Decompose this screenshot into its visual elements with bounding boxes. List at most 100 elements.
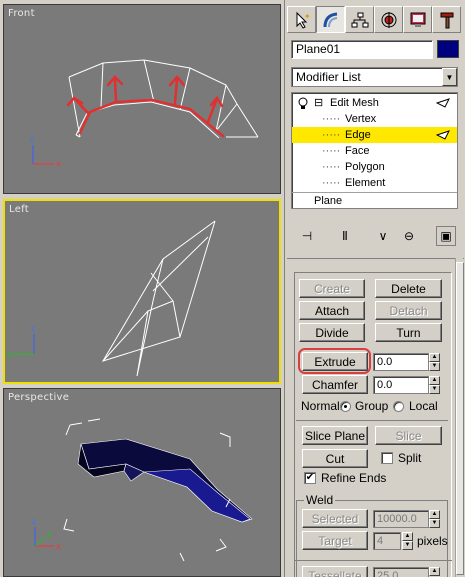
front-viewport[interactable]: Front z x: [3, 4, 281, 194]
svg-text:x: x: [56, 542, 61, 551]
svg-text:x: x: [56, 159, 61, 168]
perspective-viewport-canvas: z x y: [32, 418, 253, 562]
collapse-minus-icon[interactable]: ⊟: [314, 95, 323, 111]
object-name-field[interactable]: Plane01: [291, 40, 433, 59]
spinner-up-icon[interactable]: ▲: [402, 532, 413, 541]
spinner-up-icon[interactable]: ▲: [429, 376, 440, 385]
normal-label: Normal:: [301, 399, 344, 413]
perspective-axis-tripod: z x y: [32, 517, 61, 551]
spinner-up-icon[interactable]: ▲: [429, 510, 440, 519]
display-tab[interactable]: [403, 6, 432, 33]
spinner-down-icon[interactable]: ▼: [429, 519, 440, 528]
stack-subitem-face[interactable]: ····· Face: [292, 143, 457, 159]
weld-selected-button[interactable]: Selected: [302, 509, 368, 528]
configure-sets-icon[interactable]: ▣: [436, 226, 456, 246]
slice-plane-button[interactable]: Slice Plane: [302, 426, 368, 445]
scrollbar-thumb[interactable]: [456, 262, 464, 575]
stack-subitem-polygon[interactable]: ····· Polygon: [292, 159, 457, 175]
tessellate-button[interactable]: Tessellate: [302, 566, 368, 577]
weld-threshold-field[interactable]: 10000.0: [373, 510, 429, 528]
refine-ends-checkbox[interactable]: ✔: [304, 472, 316, 484]
split-checkbox[interactable]: [381, 452, 393, 464]
hierarchy-tab[interactable]: [345, 6, 374, 33]
stack-item-label: Edit Mesh: [330, 97, 379, 109]
normal-group-label: Group: [355, 399, 389, 413]
svg-text:z: z: [30, 135, 34, 144]
turn-button[interactable]: Turn: [375, 323, 442, 342]
pin-stack-icon[interactable]: ⊣: [297, 226, 317, 246]
perspective-mesh: [77, 438, 253, 523]
normal-local-radio[interactable]: [393, 401, 404, 412]
pixels-label: pixels: [417, 534, 448, 548]
lightbulb-icon[interactable]: [298, 97, 308, 109]
chamfer-button[interactable]: Chamfer: [302, 375, 368, 394]
extrude-button[interactable]: Extrude: [302, 352, 368, 371]
stack-item-plane[interactable]: Plane: [292, 193, 457, 208]
modifier-stack[interactable]: ⊟ Edit Mesh ····· Vertex ····· Edge ····…: [291, 92, 458, 209]
command-panel-scrollbar[interactable]: [455, 258, 464, 577]
extrude-amount-spinner[interactable]: 0.0 ▲ ▼: [373, 353, 441, 371]
motion-tab[interactable]: [374, 6, 403, 33]
tessellate-tension-field[interactable]: 25.0: [373, 567, 429, 577]
weld-group-title: Weld: [304, 493, 336, 507]
extrude-direction-arrows: [66, 75, 225, 138]
attach-button[interactable]: Attach: [299, 301, 365, 320]
normal-group-radio[interactable]: [340, 401, 351, 412]
modifier-list-label: Modifier List: [296, 70, 361, 84]
weld-threshold-spinner[interactable]: 10000.0 ▲ ▼: [373, 510, 441, 528]
delete-button[interactable]: Delete: [375, 279, 442, 298]
pointer-star-icon: ✦: [296, 11, 311, 29]
stack-subitem-vertex[interactable]: ····· Vertex: [292, 111, 457, 127]
split-label: Split: [398, 451, 422, 465]
display-monitor-icon: [410, 12, 425, 27]
perspective-viewport[interactable]: Perspective z x y: [3, 388, 281, 577]
show-end-result-icon[interactable]: Ⅱ: [335, 226, 355, 246]
stack-subitem-edge[interactable]: ····· Edge: [292, 127, 457, 143]
chevron-down-icon[interactable]: ▼: [442, 68, 457, 86]
spinner-up-icon[interactable]: ▲: [429, 353, 440, 362]
rollout-divider: [287, 258, 464, 264]
modifier-list-dropdown[interactable]: Modifier List ▼: [291, 67, 458, 87]
section-divider: [296, 420, 448, 421]
make-unique-icon[interactable]: ∨: [373, 226, 393, 246]
svg-text:y: y: [47, 529, 52, 538]
spinner-down-icon[interactable]: ▼: [429, 362, 440, 371]
normal-local-label: Local: [409, 399, 438, 413]
spinner-down-icon[interactable]: ▼: [429, 385, 440, 394]
modify-arc-icon: [323, 12, 337, 27]
modify-tab[interactable]: [316, 6, 345, 33]
cut-button[interactable]: Cut: [302, 449, 368, 468]
hierarchy-icon: [351, 12, 368, 27]
stack-subitem-element[interactable]: ····· Element: [292, 175, 457, 191]
spinner-down-icon[interactable]: ▼: [402, 541, 413, 550]
refine-ends-label: Refine Ends: [321, 471, 387, 485]
slice-button[interactable]: Slice: [375, 426, 442, 445]
svg-text:y: y: [7, 350, 12, 359]
svg-text:✦: ✦: [304, 12, 311, 21]
configure-wedge-icon[interactable]: [436, 130, 450, 140]
front-axis-tripod: z x: [30, 135, 61, 168]
section-divider: [294, 560, 452, 561]
tessellate-tension-spinner[interactable]: 25.0 ▲: [373, 567, 441, 577]
detach-button[interactable]: Detach: [375, 301, 442, 320]
create-button[interactable]: Create: [299, 279, 365, 298]
spinner-up-icon[interactable]: ▲: [429, 567, 440, 576]
chamfer-amount-spinner[interactable]: 0.0 ▲ ▼: [373, 376, 441, 394]
viewport-area: Front z x Left z y Perspective z x y: [0, 0, 284, 577]
divide-button[interactable]: Divide: [299, 323, 365, 342]
weld-pixels-spinner[interactable]: 4 ▲ ▼: [373, 532, 413, 550]
object-color-swatch[interactable]: [437, 40, 459, 58]
remove-modifier-icon[interactable]: ⊖: [399, 226, 419, 246]
weld-target-button[interactable]: Target: [302, 531, 368, 550]
create-tab[interactable]: ✦: [287, 6, 316, 33]
extrude-amount-field[interactable]: 0.0: [373, 353, 429, 371]
utilities-tab[interactable]: [432, 6, 461, 33]
configure-wedge-icon[interactable]: [436, 98, 450, 108]
chamfer-amount-field[interactable]: 0.0: [373, 376, 429, 394]
hammer-icon: [440, 12, 453, 28]
stack-item-edit-mesh[interactable]: ⊟ Edit Mesh: [292, 95, 457, 111]
left-viewport-canvas: z y: [7, 220, 216, 377]
left-viewport[interactable]: Left z y: [3, 199, 281, 384]
weld-pixels-field[interactable]: 4: [373, 532, 401, 550]
command-panel-tabs: ✦: [287, 6, 461, 33]
